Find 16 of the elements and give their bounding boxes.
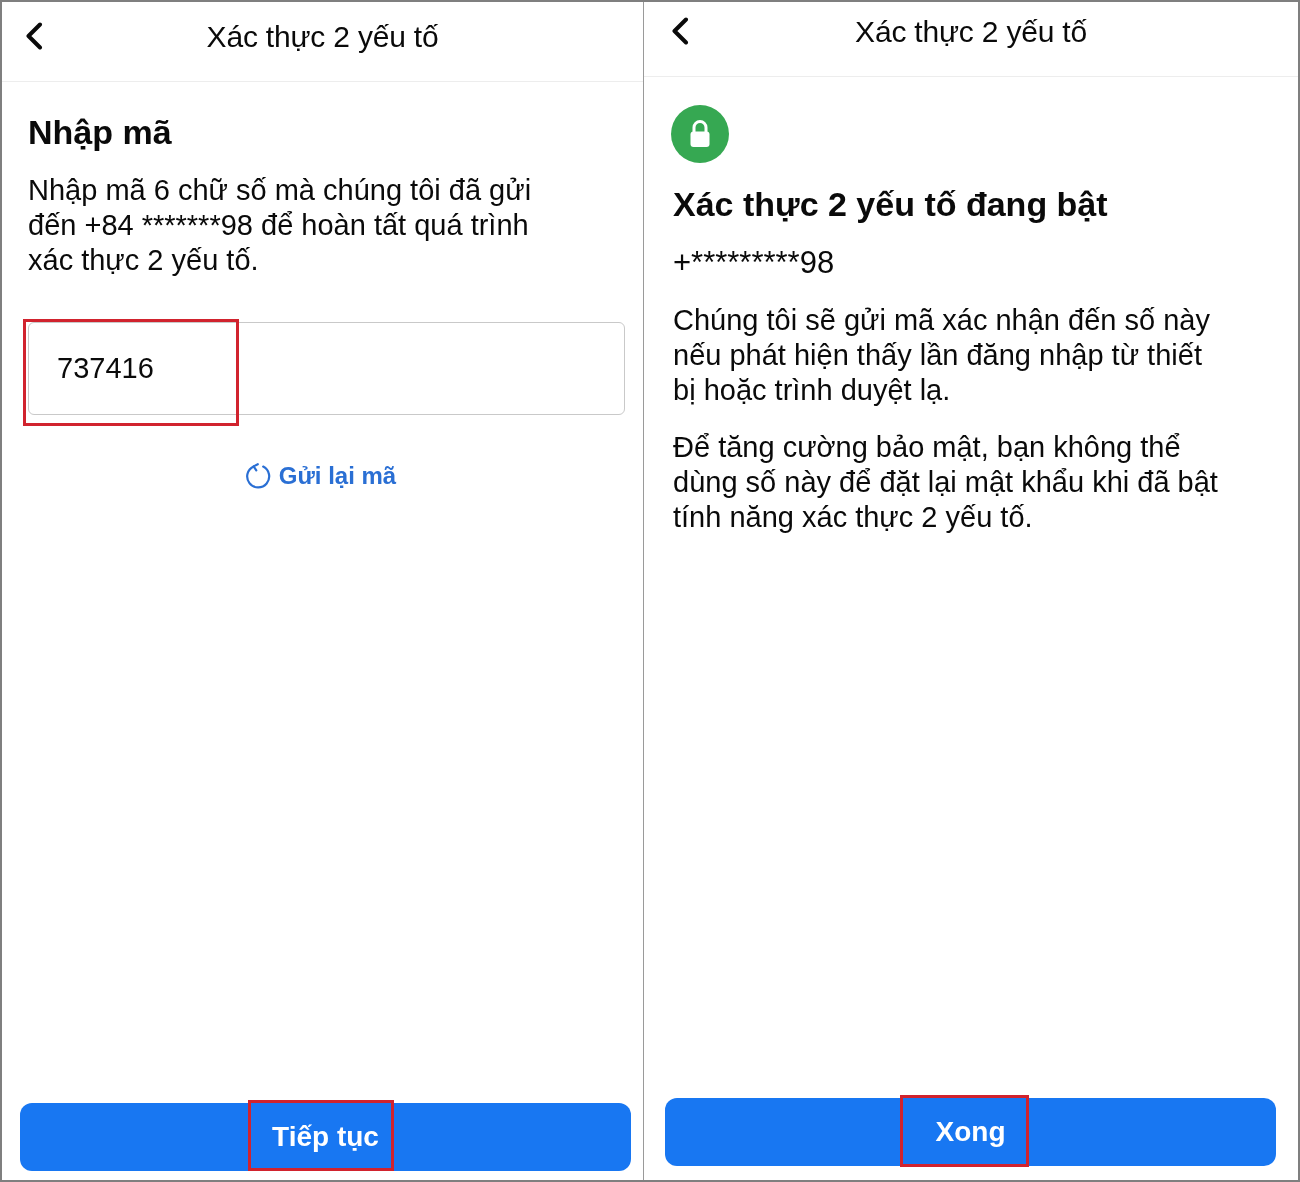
primary-button[interactable]: Tiếp tục (20, 1103, 631, 1171)
description-text: Nhập mã 6 chữ số mà chúng tôi đã gửi đến +84 *******98 để hoàn tất quá trình xác thực 2 yếu tố. (28, 173, 533, 278)
circular-arrow-icon (244, 463, 271, 489)
phone-number-text: +*********98 (673, 245, 836, 280)
screen-title: Xác thực 2 yếu tố (855, 13, 1087, 50)
chevron-left-icon[interactable] (25, 22, 43, 50)
screen-title: Xác thực 2 yếu tố (206, 18, 439, 55)
chevron-left-icon[interactable] (671, 17, 689, 45)
heading: Xác thực 2 yếu tố đang bật (673, 185, 1109, 223)
heading: Nhập mã (28, 113, 173, 151)
padlock-icon (671, 105, 729, 163)
paragraph-text: Chúng tôi sẽ gửi mã xác nhận đến số này nếu phát hiện thấy lần đăng nhập từ thiết bị hoặc trình duyệt lạ. (673, 303, 1211, 408)
primary-button[interactable]: Xong (665, 1098, 1276, 1166)
paragraph-text: Để tăng cường bảo mật, bạn không thể dùng số này để đặt lại mật khẩu khi đã bật tính năng xác thực 2 yếu tố. (673, 430, 1219, 535)
resend-link[interactable]: Gửi lại mã (244, 461, 397, 491)
code-input[interactable]: 737416 (28, 322, 625, 415)
